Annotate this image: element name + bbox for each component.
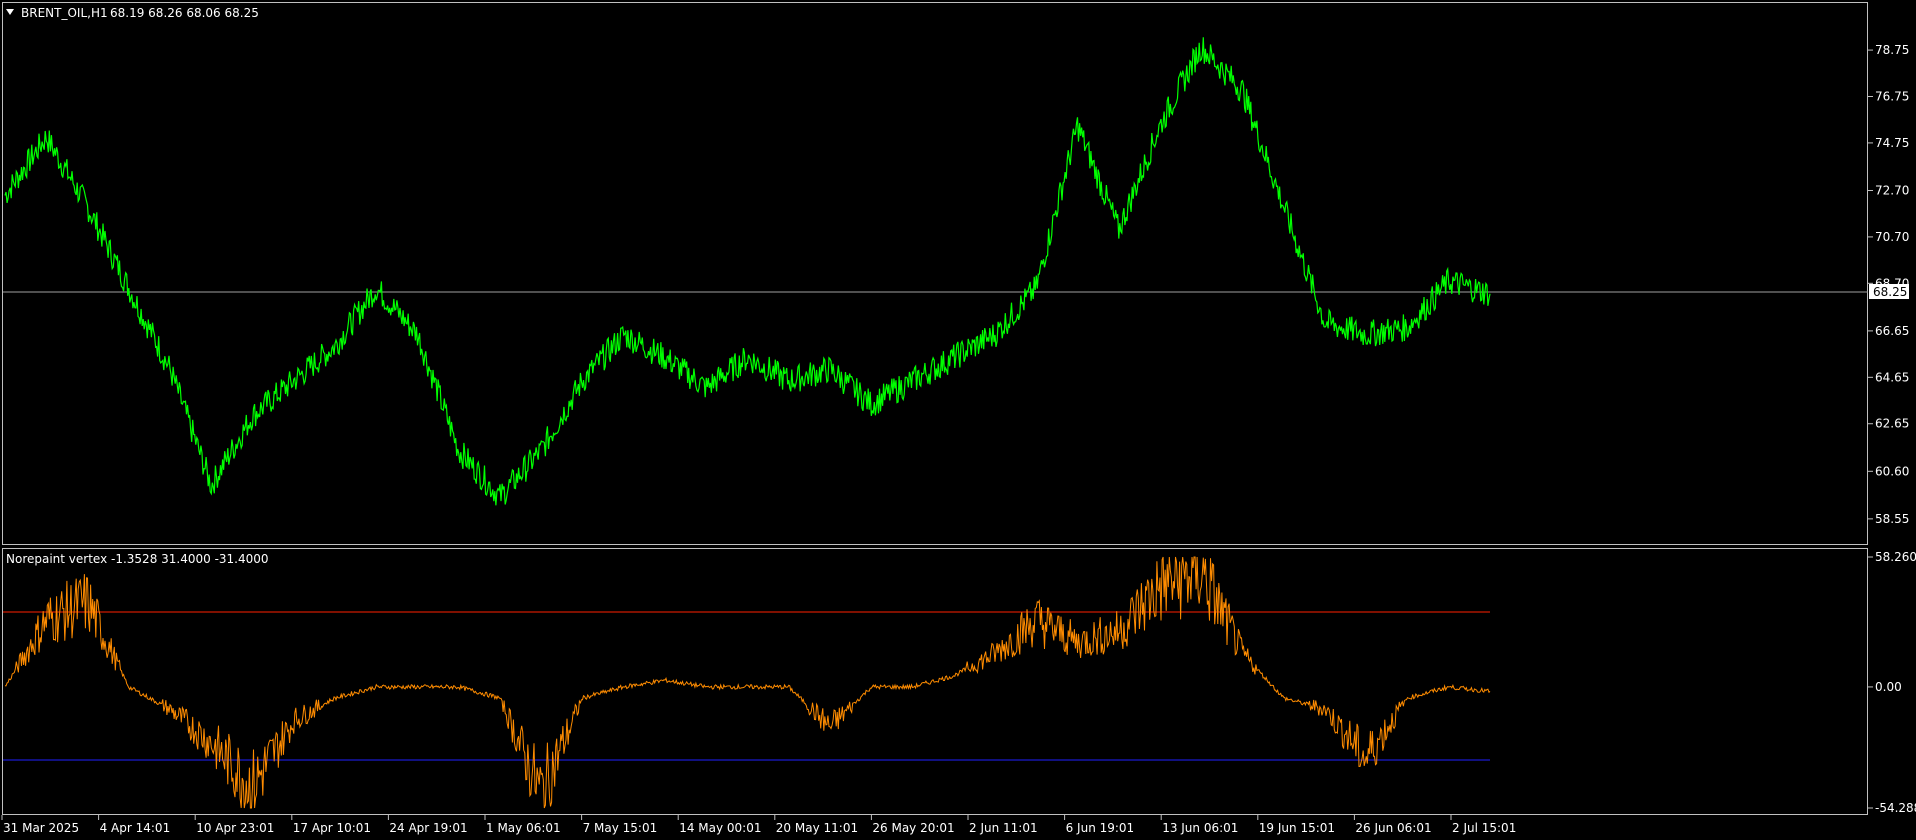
time-tick-label: 17 Apr 10:01	[293, 821, 371, 835]
price-series	[4, 37, 1491, 506]
time-tick-label: 20 May 11:01	[776, 821, 858, 835]
price-tick-label: 62.65	[1875, 417, 1909, 431]
time-tick-label: 31 Mar 2025	[3, 821, 79, 835]
oscillator-line	[4, 556, 1491, 809]
time-tick-label: 26 Jun 06:01	[1355, 821, 1431, 835]
price-tick-label: 58.55	[1875, 512, 1909, 526]
time-tick-label: 6 Jun 19:01	[1066, 821, 1135, 835]
price-tick-label: 64.65	[1875, 370, 1909, 384]
price-panel-frame	[2, 2, 1868, 545]
time-tick-label: 14 May 00:01	[679, 821, 761, 835]
oscillator-series	[4, 556, 1491, 809]
time-tick-label: 19 Jun 15:01	[1259, 821, 1335, 835]
price-tick-label: 72.70	[1875, 183, 1909, 197]
indicator-tick-label: 0.00	[1875, 680, 1902, 694]
price-tick-label: 66.65	[1875, 324, 1909, 338]
time-tick-label: 2 Jul 15:01	[1452, 821, 1516, 835]
time-tick-label: 1 May 06:01	[486, 821, 561, 835]
time-tick-label: 7 May 15:01	[583, 821, 658, 835]
price-tick-label: 78.75	[1875, 43, 1909, 57]
indicator-tick-label: -54.2889	[1875, 801, 1916, 815]
time-tick-label: 13 Jun 06:01	[1162, 821, 1238, 835]
time-tick-label: 26 May 20:01	[872, 821, 954, 835]
indicator-tick-label: 58.2602	[1875, 550, 1916, 564]
time-tick-label: 24 Apr 19:01	[389, 821, 467, 835]
price-line	[4, 37, 1491, 506]
price-tick-label: 60.60	[1875, 464, 1909, 478]
time-tick-label: 4 Apr 14:01	[100, 821, 171, 835]
chart-canvas[interactable]: BRENT_OIL,H1 68.19 68.26 68.06 68.25 Nor…	[0, 0, 1916, 840]
current-price-tag-label: 68.25	[1873, 285, 1907, 299]
ohlc-label: 68.19 68.26 68.06 68.25	[110, 6, 259, 20]
price-tick-label: 70.70	[1875, 230, 1909, 244]
price-tick-label: 76.75	[1875, 90, 1909, 104]
time-axis: 31 Mar 2025 4 Apr 14:01 10 Apr 23:01 17 Apr…	[1, 815, 1516, 835]
price-tick-label: 74.75	[1875, 136, 1909, 150]
triangle-down-icon[interactable]	[6, 9, 14, 15]
symbol-label: BRENT_OIL,H1	[21, 6, 108, 20]
time-tick-label: 10 Apr 23:01	[196, 821, 274, 835]
time-tick-label: 2 Jun 11:01	[969, 821, 1038, 835]
indicator-axis: 58.2602 0.00 -54.2889	[1868, 550, 1916, 815]
indicator-title: Norepaint vertex -1.3528 31.4000 -31.400…	[6, 552, 269, 566]
